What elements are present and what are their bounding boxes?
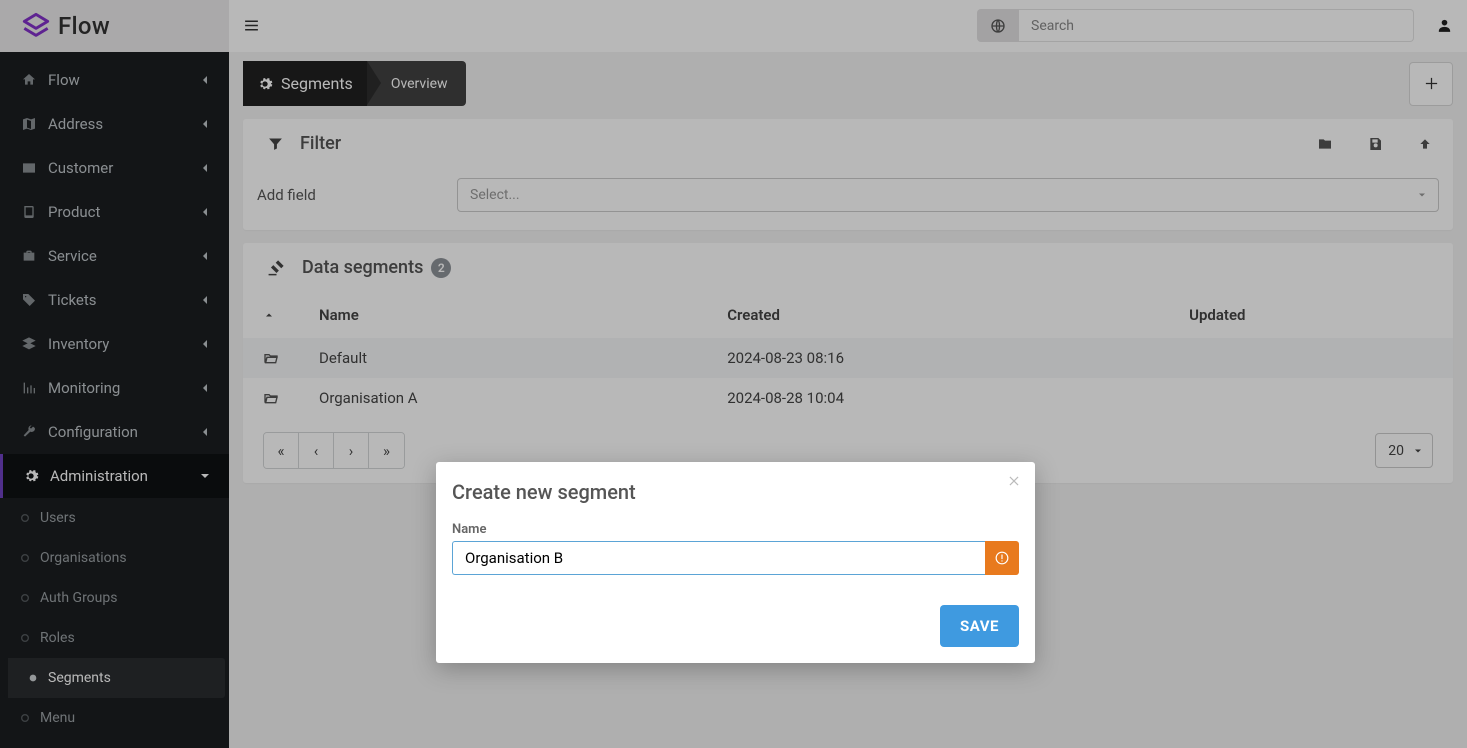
validation-warning-button[interactable] bbox=[985, 541, 1019, 575]
create-segment-modal: Create new segment Name SAVE bbox=[436, 462, 1035, 663]
name-field-label: Name bbox=[452, 522, 1019, 537]
modal-title: Create new segment bbox=[452, 480, 1019, 504]
modal-close-button[interactable] bbox=[1007, 474, 1021, 488]
close-icon bbox=[1007, 474, 1021, 488]
save-button[interactable]: SAVE bbox=[940, 605, 1019, 647]
exclamation-icon bbox=[995, 551, 1009, 565]
segment-name-input[interactable] bbox=[452, 541, 985, 575]
